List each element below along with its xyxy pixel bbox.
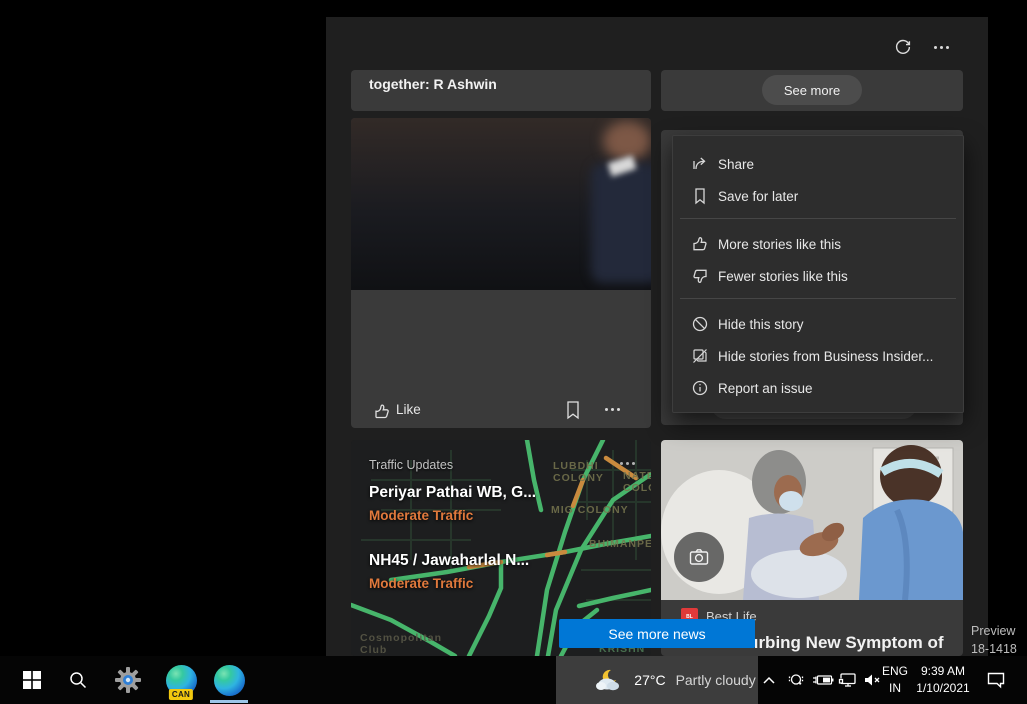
weather-condition: Partly cloudy xyxy=(676,672,756,688)
bookmark-icon xyxy=(690,186,710,206)
battery-charging-icon xyxy=(812,673,834,687)
menu-item-hide-story[interactable]: Hide this story xyxy=(673,308,963,340)
chevron-up-icon xyxy=(762,675,776,685)
map-label: LUBDHI COLONY xyxy=(553,460,604,484)
menu-separator xyxy=(680,298,956,299)
share-icon xyxy=(690,154,710,174)
windows-logo-icon xyxy=(23,671,41,689)
gallery-camera-icon[interactable] xyxy=(674,532,724,582)
map-label: Cosmopolitan Club xyxy=(360,632,442,656)
traffic-status-1: Moderate Traffic xyxy=(369,508,473,523)
like-label[interactable]: Like xyxy=(396,402,421,417)
traffic-more-options-icon[interactable] xyxy=(620,462,635,465)
info-icon xyxy=(690,378,710,398)
volume-tray-button[interactable] xyxy=(862,656,882,704)
search-button[interactable] xyxy=(56,656,100,704)
story-headline-tail: together: R Ashwin xyxy=(369,76,497,92)
refresh-icon[interactable] xyxy=(894,38,912,56)
edge-button[interactable] xyxy=(206,656,252,704)
menu-item-more-stories[interactable]: More stories like this xyxy=(673,228,963,260)
action-center-button[interactable] xyxy=(986,656,1006,704)
edge-icon xyxy=(214,665,245,696)
menu-item-save-for-later[interactable]: Save for later xyxy=(673,180,963,212)
network-tray-button[interactable] xyxy=(838,656,858,704)
edge-canary-button[interactable]: CAN xyxy=(158,656,204,704)
block-icon xyxy=(690,314,710,334)
traffic-road-1: Periyar Pathai WB, G... xyxy=(369,484,536,502)
rotation-lock-icon xyxy=(787,671,805,689)
like-icon[interactable] xyxy=(372,401,392,421)
story-card-top-left[interactable]: together: R Ashwin xyxy=(351,70,651,111)
speaker-muted-icon xyxy=(862,672,882,688)
see-more-card: See more xyxy=(661,70,963,111)
story-context-menu: Share Save for later More stories like t… xyxy=(672,135,964,413)
weather-widget-button[interactable]: 27°C Partly cloudy xyxy=(556,656,758,704)
settings-button[interactable] xyxy=(106,656,150,704)
thumbs-up-icon xyxy=(690,234,710,254)
menu-item-share[interactable]: Share xyxy=(673,148,963,180)
traffic-card-title: Traffic Updates xyxy=(369,458,453,472)
insider-preview-watermark: Preview18-1418 xyxy=(971,622,1017,658)
search-icon xyxy=(68,670,88,690)
traffic-road-2: NH45 / Jawaharlal N... xyxy=(369,552,529,570)
see-more-button[interactable]: See more xyxy=(762,75,862,105)
story-image xyxy=(351,118,651,290)
canary-badge: CAN xyxy=(169,689,193,700)
map-label: MIG COLONY xyxy=(551,504,629,516)
panel-more-options-icon[interactable] xyxy=(934,46,949,49)
traffic-status-2: Moderate Traffic xyxy=(369,576,473,591)
story-more-options-icon[interactable] xyxy=(605,408,620,411)
notification-bubble-icon xyxy=(986,671,1006,689)
save-bookmark-icon[interactable] xyxy=(565,400,581,420)
gear-icon xyxy=(115,667,141,693)
hide-source-icon xyxy=(690,346,710,366)
thumbs-down-icon xyxy=(690,266,710,286)
partly-cloudy-night-icon xyxy=(594,668,624,692)
menu-separator xyxy=(680,218,956,219)
battery-tray-button[interactable] xyxy=(812,656,834,704)
weather-temp: 27°C xyxy=(634,672,665,688)
ethernet-network-icon xyxy=(838,672,858,688)
taskbar: CAN 27°C Partly cloudy xyxy=(0,656,1027,704)
tray-rotation-lock-button[interactable] xyxy=(787,656,805,704)
active-app-indicator xyxy=(210,700,248,703)
menu-item-report-issue[interactable]: Report an issue xyxy=(673,372,963,404)
start-button[interactable] xyxy=(10,656,54,704)
menu-item-hide-source[interactable]: Hide stories from Business Insider... xyxy=(673,340,963,372)
see-more-news-button[interactable]: See more news xyxy=(559,619,755,648)
story-card[interactable]: Like xyxy=(351,118,651,428)
clock[interactable]: 9:39 AM 1/10/2021 xyxy=(912,663,974,697)
show-hidden-icons-button[interactable] xyxy=(762,656,776,704)
language-indicator[interactable]: ENG IN xyxy=(880,663,910,697)
map-label: NATE COLO xyxy=(623,470,651,494)
desktop: { "colors": { "accent_blue": "#0077d6", … xyxy=(0,0,1027,704)
map-label: BHIMANPE xyxy=(589,538,651,550)
menu-item-fewer-stories[interactable]: Fewer stories like this xyxy=(673,260,963,292)
